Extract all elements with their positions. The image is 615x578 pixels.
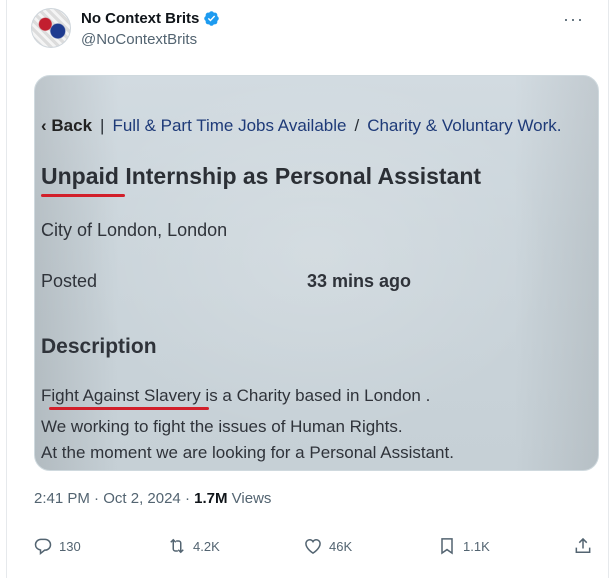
description-line: We working to fight the issues of Human … xyxy=(41,417,403,436)
description-line: Fight Against Slavery is a Charity based… xyxy=(41,386,431,405)
meta-separator: · xyxy=(184,490,190,507)
description-line: At the moment we are looking for a Perso… xyxy=(41,443,454,462)
tweet-card: No Context Brits @NoContextBrits ··· ‹ B… xyxy=(6,0,609,578)
display-name[interactable]: No Context Brits xyxy=(81,10,199,27)
more-icon[interactable]: ··· xyxy=(563,10,584,28)
reply-icon xyxy=(34,538,52,556)
bookmark-count: 1.1K xyxy=(463,538,490,554)
posted-label: Posted xyxy=(41,271,98,291)
breadcrumb-separator: / xyxy=(354,116,360,135)
job-location: City of London, London xyxy=(41,220,228,240)
author-name-row: No Context Brits xyxy=(81,10,220,27)
avatar[interactable] xyxy=(31,8,71,48)
tweet-meta: 2:41 PM · Oct 2, 2024 · 1.7M Views xyxy=(34,490,271,507)
post-date[interactable]: Oct 2, 2024 xyxy=(103,490,181,507)
like-button[interactable]: 46K xyxy=(303,536,352,556)
like-count: 46K xyxy=(329,538,353,554)
repost-button[interactable]: 4.2K xyxy=(167,536,220,556)
reply-count: 130 xyxy=(59,538,81,554)
repost-icon xyxy=(170,538,184,554)
author-handle[interactable]: @NoContextBrits xyxy=(81,31,197,48)
reply-button[interactable]: 130 xyxy=(33,536,81,556)
bookmark-button[interactable]: 1.1K xyxy=(437,536,490,556)
breadcrumb-separator: | xyxy=(100,116,105,135)
description-heading: Description xyxy=(41,335,157,358)
share-icon xyxy=(575,537,591,553)
post-time[interactable]: 2:41 PM xyxy=(34,490,90,507)
breadcrumb: ‹ Back | Full & Part Time Jobs Available… xyxy=(41,116,562,136)
breadcrumb-item-jobs: Full & Part Time Jobs Available xyxy=(112,116,347,135)
like-icon xyxy=(305,538,321,554)
share-button[interactable] xyxy=(573,536,593,556)
job-title: Unpaid Internship as Personal Assistant xyxy=(41,163,482,189)
views-count: 1.7M xyxy=(194,490,228,507)
red-underline xyxy=(49,407,209,410)
views-label: Views xyxy=(231,490,272,507)
red-underline xyxy=(41,194,125,197)
action-bar: 130 4.2K 46K 1.1K xyxy=(7,536,610,566)
breadcrumb-item-charity: Charity & Voluntary Work. xyxy=(367,116,562,135)
tweet-image[interactable]: ‹ Back | Full & Part Time Jobs Available… xyxy=(34,75,599,471)
posted-value: 33 mins ago xyxy=(307,271,412,291)
verified-badge-icon[interactable] xyxy=(203,10,220,27)
repost-count: 4.2K xyxy=(193,538,220,554)
back-link: ‹ Back xyxy=(41,116,93,135)
bookmark-icon xyxy=(441,538,453,555)
meta-separator: · xyxy=(94,490,100,507)
